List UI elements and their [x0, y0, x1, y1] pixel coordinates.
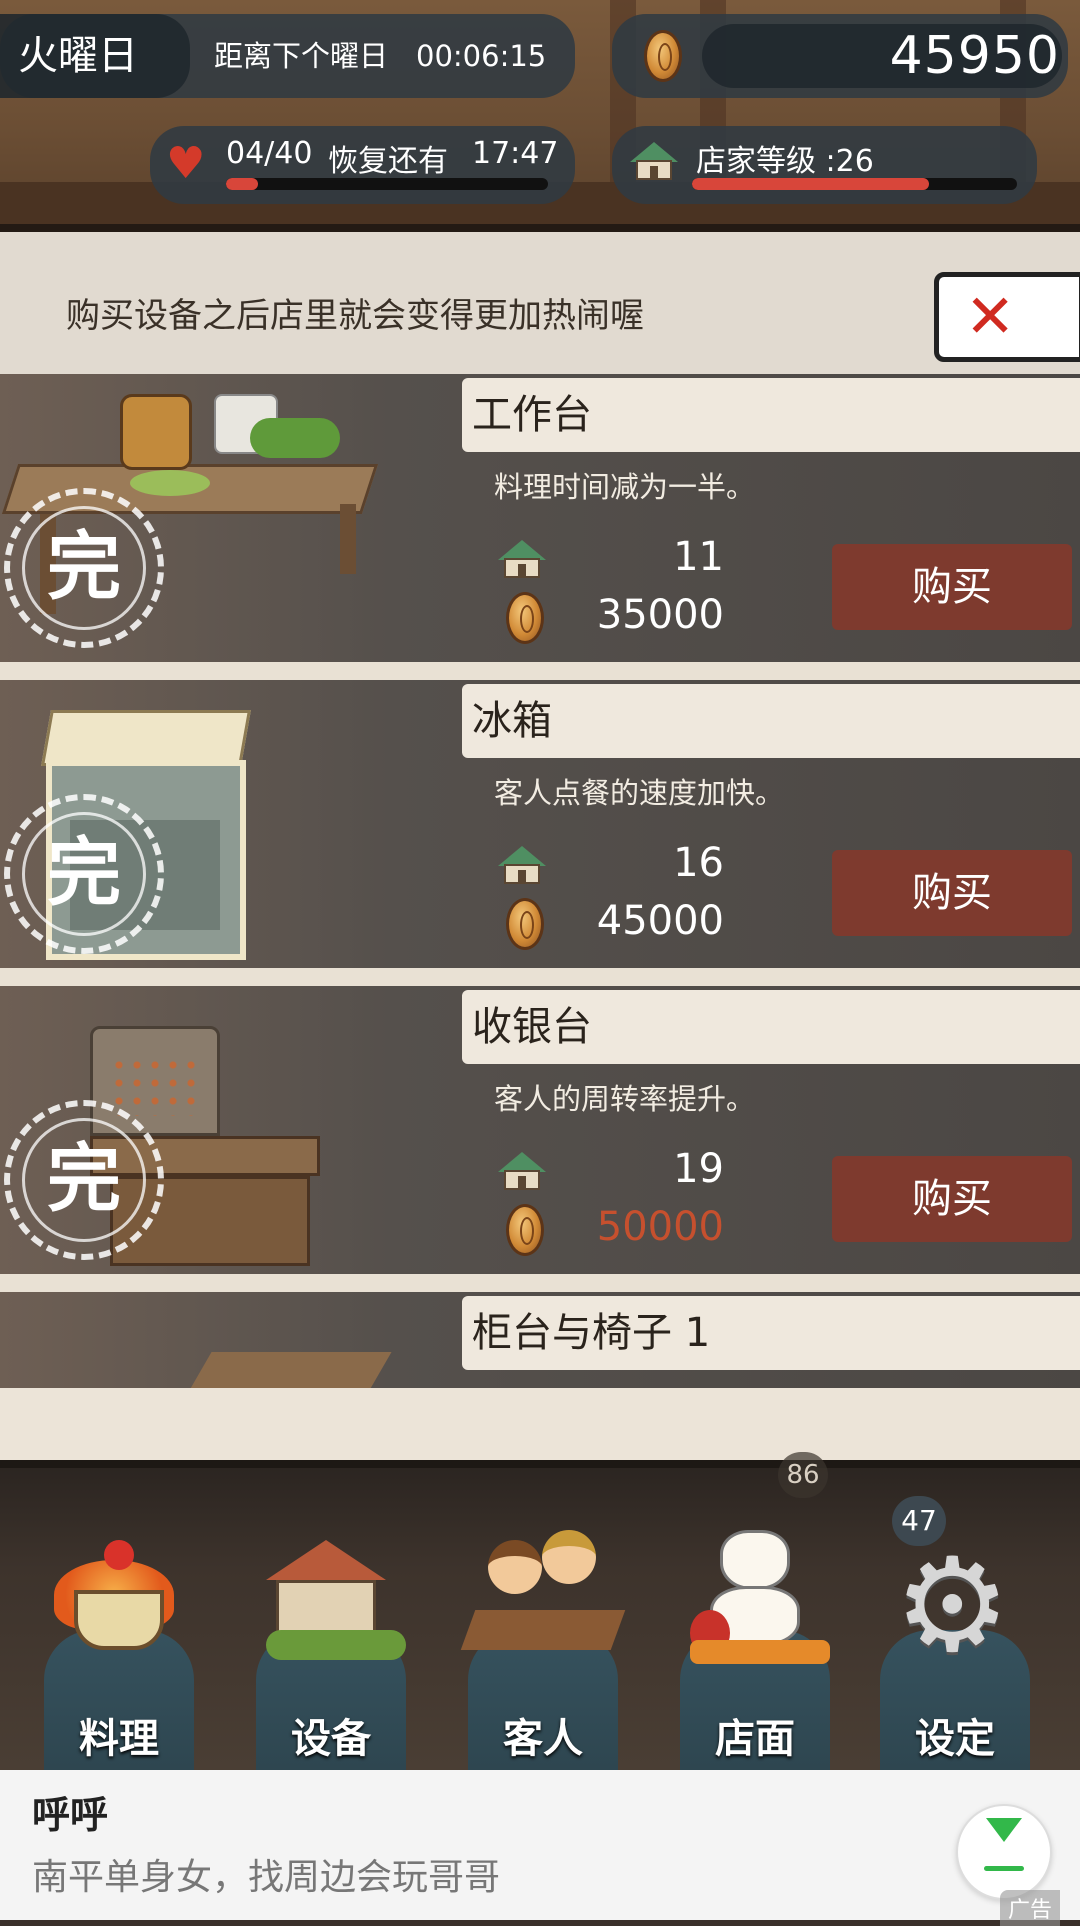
item-description: 客人点餐的速度加快。: [494, 776, 785, 810]
stamina-count: 04/40: [226, 136, 313, 171]
lucky-cat-icon: [670, 1520, 840, 1670]
shop-building-icon: [246, 1520, 416, 1670]
tab-label: 设备: [291, 1716, 371, 1762]
item-description: 料理时间减为一半。: [494, 470, 756, 504]
stamina-panel: ♥ 04/40 恢复还有 17:47: [150, 126, 575, 204]
house-icon: [498, 1152, 546, 1192]
top-status-bar: 火曜日 距离下个曜日 00:06:15 45950 ♥ 04/40 恢复还有 1…: [0, 0, 1080, 232]
completed-stamp: 完: [4, 488, 164, 648]
item-price: 45000: [596, 898, 724, 944]
background-number-badge: 86: [778, 1452, 828, 1498]
buy-button[interactable]: 购买: [832, 850, 1072, 936]
download-icon: [986, 1818, 1022, 1842]
ad-text: 南平单身女，找周边会玩哥哥: [32, 1857, 501, 1898]
house-icon: [498, 540, 546, 580]
coin-balance: 45950: [889, 26, 1060, 86]
tab-equipment[interactable]: 设备: [236, 1500, 406, 1770]
coin-icon: [506, 898, 544, 950]
item-title: 收银台: [472, 1004, 592, 1050]
list-item: 完 工作台 料理时间减为一半。 11 35000 购买: [0, 374, 1080, 662]
heart-icon: ♥: [166, 138, 206, 189]
item-title: 冰箱: [472, 698, 552, 744]
tab-label: 设定: [915, 1716, 995, 1762]
buy-button[interactable]: 购买: [832, 544, 1072, 630]
coin-panel: 45950: [612, 14, 1068, 98]
item-title-bar: 工作台: [462, 378, 1080, 452]
item-price-unaffordable: 50000: [596, 1204, 724, 1250]
tab-settings[interactable]: ⚙ 设定: [860, 1500, 1030, 1770]
completed-stamp: 完: [4, 794, 164, 954]
close-icon: ✕: [965, 282, 1016, 352]
weekday-label: 火曜日: [0, 14, 190, 98]
list-item: 完 收银台 客人的周转率提升。 19 50000 购买: [0, 986, 1080, 1274]
list-item: 完 冰箱 客人点餐的速度加快。 16 45000 购买: [0, 680, 1080, 968]
ad-label: 广告: [1000, 1890, 1061, 1926]
next-day-label: 距离下个曜日: [214, 39, 389, 73]
download-button[interactable]: [956, 1804, 1052, 1900]
coin-icon: [644, 30, 682, 82]
stamina-bar-fill: [226, 178, 259, 190]
required-level: 11: [673, 534, 724, 580]
tab-storefront[interactable]: 店面: [660, 1500, 830, 1770]
list-footer: [0, 1388, 1080, 1460]
tab-label: 店面: [715, 1716, 795, 1762]
divider: [0, 224, 1080, 232]
ad-banner[interactable]: 呼呼 南平单身女，找周边会玩哥哥: [0, 1770, 1080, 1920]
list-item: 柜台与椅子 1: [0, 1292, 1080, 1392]
shop-level-bar-fill: [692, 178, 930, 190]
stamina-timer: 17:47: [472, 136, 559, 171]
ad-title: 呼呼: [32, 1793, 109, 1837]
item-title-bar: 收银台: [462, 990, 1080, 1064]
stamina-recover-label: 恢复还有: [328, 144, 448, 179]
required-level: 19: [673, 1146, 724, 1192]
item-title: 柜台与椅子 1: [472, 1310, 711, 1356]
coin-icon: [506, 1204, 544, 1256]
counter-illustration: [188, 1352, 392, 1392]
tab-label: 料理: [79, 1716, 159, 1762]
tab-label: 客人: [503, 1716, 583, 1762]
item-title: 工作台: [472, 392, 592, 438]
shop-level-panel: 店家等级 :26: [612, 126, 1037, 204]
gear-icon: ⚙: [894, 1529, 1011, 1681]
required-level: 16: [673, 840, 724, 886]
shop-level-bar: [692, 178, 1017, 190]
item-price: 35000: [596, 592, 724, 638]
item-title-bar: 冰箱: [462, 684, 1080, 758]
settings-count-badge: 47: [892, 1496, 946, 1546]
stamina-bar: [226, 178, 548, 190]
item-title-bar: 柜台与椅子 1: [462, 1296, 1080, 1370]
house-icon: [498, 846, 546, 886]
download-icon-line: [984, 1866, 1024, 1871]
tab-customers[interactable]: 客人: [448, 1500, 626, 1770]
hint-banner: 购买设备之后店里就会变得更加热闹喔 ✕: [0, 232, 1080, 374]
divider: [0, 1460, 1080, 1468]
house-icon: [630, 142, 678, 182]
close-button[interactable]: ✕: [934, 272, 1080, 362]
weekday-panel: 火曜日 距离下个曜日 00:06:15: [0, 14, 575, 98]
completed-stamp: 完: [4, 1100, 164, 1260]
customers-icon: [458, 1520, 628, 1670]
cooking-pot-icon: [34, 1520, 204, 1670]
shop-level-label: 店家等级 :26: [696, 144, 874, 179]
equipment-list[interactable]: 完 工作台 料理时间减为一半。 11 35000 购买 完 冰箱 客人点餐的速度…: [0, 374, 1080, 1460]
coin-icon: [506, 592, 544, 644]
item-description: 客人的周转率提升。: [494, 1082, 756, 1116]
buy-button[interactable]: 购买: [832, 1156, 1072, 1242]
tab-cooking[interactable]: 料理: [24, 1500, 194, 1770]
next-day-timer: 00:06:15: [416, 39, 547, 73]
